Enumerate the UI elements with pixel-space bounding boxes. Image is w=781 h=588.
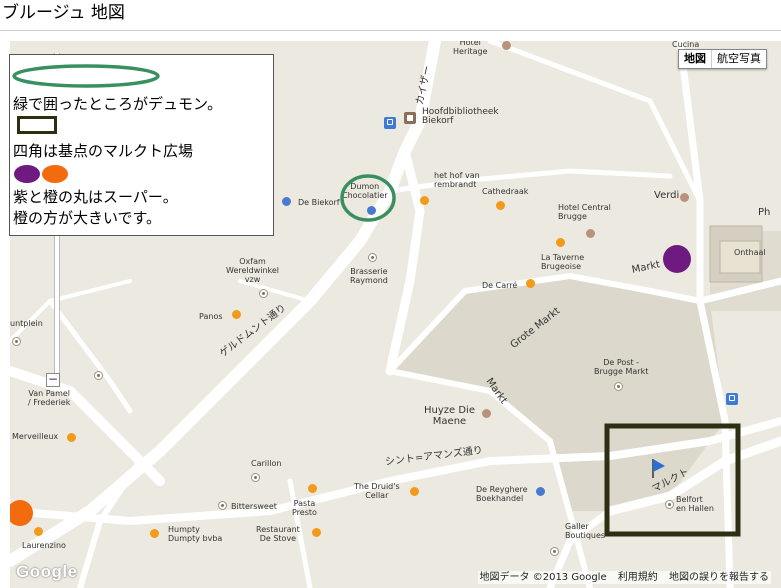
zoom-out-button[interactable]: − — [46, 373, 60, 387]
place-label-druids: The Druid's Cellar — [354, 482, 400, 500]
cafe-icon[interactable] — [67, 433, 76, 442]
legend-green-ellipse — [12, 64, 160, 88]
google-logo: Google — [16, 562, 78, 581]
legend-line-circles: 紫と橙の丸はスーパー。 — [13, 188, 178, 206]
chocolate-shop-icon[interactable] — [367, 206, 376, 215]
place-dot-icon[interactable] — [665, 500, 674, 509]
cafe-icon[interactable] — [410, 487, 419, 496]
library-icon[interactable] — [404, 112, 416, 124]
street-label-ph: Ph — [758, 207, 771, 218]
map-type-control: 地図 航空写真 — [678, 49, 767, 69]
restaurant-icon[interactable] — [232, 310, 241, 319]
hotel-icon[interactable] — [680, 193, 689, 202]
place-label-bittersweet: Bittersweet — [231, 502, 277, 511]
place-label-van-pamel: Van Pamel / Frederiek — [28, 389, 71, 407]
map-footer: 地図データ ©2013 Google 利用規約 地図の誤りを報告する — [477, 571, 771, 584]
place-label-onthaal: Onthaal — [734, 248, 766, 257]
place-label-laurenzino: Laurenzino — [22, 541, 66, 550]
cafe-icon[interactable] — [150, 529, 159, 538]
place-label-pasta-presto: Pasta Presto — [292, 499, 317, 517]
legend-line-orange: 橙の方が大きいです。 — [13, 209, 162, 227]
place-dot-icon[interactable] — [12, 337, 21, 346]
legend-line-square: 四角は基点のマルクト広場 — [13, 142, 194, 160]
place-dot-icon[interactable] — [368, 253, 377, 262]
road — [238, 279, 312, 303]
map-type-map-button[interactable]: 地図 — [679, 50, 712, 68]
road — [387, 168, 673, 194]
place-label-untplein: untplein — [10, 319, 43, 328]
map-data-attribution: 地図データ ©2013 Google — [479, 572, 607, 583]
place-label-merveilleux: Merveilleux — [12, 432, 59, 441]
place-dot-icon[interactable] — [218, 501, 227, 510]
hotel-icon[interactable] — [482, 409, 491, 418]
hotel-icon[interactable] — [586, 229, 595, 238]
cafe-icon[interactable] — [34, 527, 43, 536]
place-label-belfort: Belfort en Hallen — [676, 495, 714, 513]
place-label-hoofdbibliotheek: Hoofdbibliotheek Biekorf — [422, 107, 499, 126]
hotel-icon[interactable] — [502, 41, 511, 50]
building-block — [719, 240, 761, 274]
legend-box: 緑で囲ったところがデュモン。 四角は基点のマルクト広場 紫と橙の丸はスーパー。 … — [9, 54, 274, 236]
place-label-humpty: Humpty Dumpty bvba — [168, 525, 223, 543]
place-label-de-carre: De Carré — [482, 281, 518, 290]
place-label-cathedraak: Cathedraak — [482, 187, 529, 196]
legend-square-icon — [17, 116, 57, 134]
restaurant-icon[interactable] — [556, 238, 565, 247]
road — [10, 279, 132, 343]
restaurant-icon[interactable] — [526, 279, 535, 288]
bus-stop-icon[interactable] — [726, 393, 738, 405]
place-label-carillon: Carillon — [251, 459, 282, 468]
place-label-de-biekorf: De Biekorf — [298, 198, 340, 207]
place-dot-icon[interactable] — [259, 289, 268, 298]
place-label-cucina: Cucina — [672, 41, 700, 49]
place-dot-icon[interactable] — [94, 371, 103, 380]
place-label-dumon: Dumon Chocolatier — [342, 182, 388, 200]
map-type-satellite-button[interactable]: 航空写真 — [712, 50, 766, 68]
place-label-het-hof: het hof van rembrandt — [434, 171, 480, 189]
place-label-oxfam: Oxfam Wereldwinkel vzw — [226, 257, 280, 284]
place-label-hotel-central: Hotel Central Brugge — [558, 203, 611, 221]
report-error-link[interactable]: 地図の誤りを報告する — [669, 572, 769, 583]
legend-orange-dot — [42, 165, 68, 183]
restaurant-icon[interactable] — [420, 196, 429, 205]
place-label-brasserie: Brasserie Raymond — [350, 267, 388, 285]
legend-purple-dot — [14, 165, 40, 183]
page-title: ブルージュ 地図 — [2, 3, 125, 23]
shop-icon[interactable] — [282, 197, 291, 206]
place-label-hotel-heritage: Hotel Heritage — [453, 41, 488, 56]
restaurant-icon[interactable] — [312, 528, 321, 537]
place-dot-icon[interactable] — [251, 473, 260, 482]
place-label-huyze: Huyze Die Maene — [424, 405, 475, 427]
terms-link[interactable]: 利用規約 — [618, 572, 658, 583]
place-dot-icon[interactable] — [614, 382, 623, 391]
place-dot-icon[interactable] — [550, 547, 559, 556]
place-label-de-reyghere: De Reyghere Boekhandel — [476, 485, 528, 503]
title-divider — [0, 30, 781, 31]
restaurant-icon[interactable] — [496, 201, 505, 210]
place-label-la-taverne: La Taverne Brugeoise — [541, 253, 585, 271]
bus-stop-icon[interactable] — [384, 117, 396, 129]
legend-line-dumon: 緑で囲ったところがデュモン。 — [13, 95, 223, 113]
place-label-de-post: De Post - Brugge Markt — [594, 358, 649, 376]
place-label-panos: Panos — [199, 312, 223, 321]
book-shop-icon[interactable] — [536, 487, 545, 496]
place-label-restaurant-stove: Restaurant De Stove — [256, 525, 300, 543]
place-label-verdi: Verdi — [654, 190, 680, 201]
place-label-gallery: Galler Boutiques — [565, 522, 606, 540]
restaurant-icon[interactable] — [308, 484, 317, 493]
